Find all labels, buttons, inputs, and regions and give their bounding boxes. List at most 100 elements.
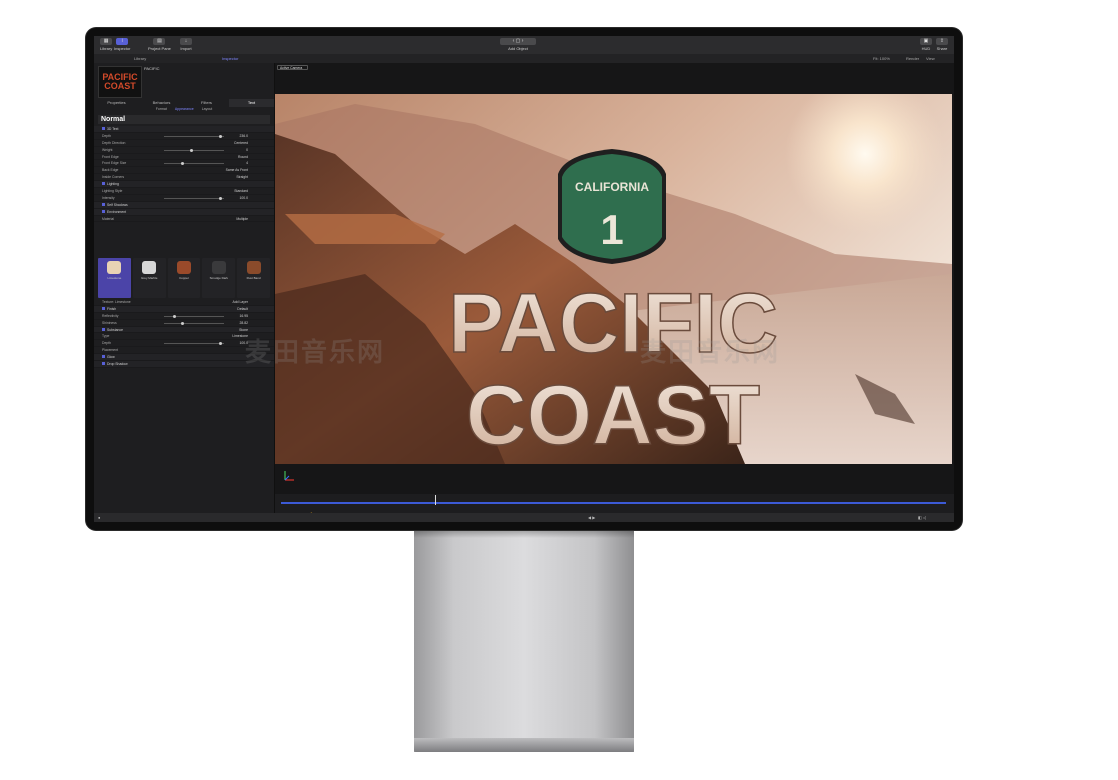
slider-knob[interactable] bbox=[190, 148, 194, 152]
row-value[interactable]: Centered bbox=[234, 140, 248, 147]
row-value[interactable]: Default bbox=[237, 306, 248, 313]
inspector-tabs: Properties Behaviors Filters Text bbox=[94, 99, 274, 107]
row-value[interactable]: 0 bbox=[246, 147, 248, 154]
inspector-row[interactable]: Back Edge Same As Front bbox=[94, 167, 274, 175]
row-label: Depth bbox=[102, 133, 112, 138]
library-icon: ▦ bbox=[100, 38, 113, 45]
inspector-row[interactable]: Front Edge Size 4 bbox=[94, 160, 274, 168]
subtab-format[interactable]: Format bbox=[156, 107, 167, 113]
row-label: Depth bbox=[102, 341, 112, 346]
row-slider[interactable] bbox=[164, 196, 224, 200]
subtab-layout[interactable]: Layout bbox=[202, 107, 213, 113]
checkbox[interactable] bbox=[102, 306, 105, 310]
tab-behaviors[interactable]: Behaviors bbox=[139, 99, 184, 107]
row-slider[interactable] bbox=[164, 148, 224, 152]
row-value[interactable]: 100.0 bbox=[240, 195, 249, 202]
material-swatches: Limestone Grey Marble Copper Smudge Dark Rus… bbox=[98, 258, 270, 298]
row-slider[interactable] bbox=[164, 321, 224, 325]
hud-button[interactable]: ▣ HUD bbox=[920, 38, 932, 52]
subtab-appearance[interactable]: Appearance bbox=[175, 107, 194, 113]
share-icon: ⇪ bbox=[936, 38, 948, 45]
inspector-button[interactable]: i Inspector bbox=[114, 38, 130, 52]
inspector-row[interactable]: Front Edge Round bbox=[94, 154, 274, 161]
project-pane-button[interactable]: ▤ Project Pane bbox=[148, 38, 171, 52]
stand-foot bbox=[414, 738, 634, 752]
record-icon[interactable]: ● bbox=[98, 515, 100, 520]
row-value[interactable]: Multiple bbox=[236, 216, 248, 223]
toolbar: ▦ Library i Inspector ▤ Project Pane ↓ Impor… bbox=[94, 36, 954, 55]
row-value[interactable]: 16.95 bbox=[240, 313, 249, 320]
checkbox[interactable] bbox=[102, 127, 105, 130]
material-swatch[interactable]: Copper bbox=[167, 258, 201, 298]
checkbox[interactable] bbox=[102, 209, 105, 213]
inspector-row[interactable]: Lighting Style Standard bbox=[94, 188, 274, 195]
preset-menu[interactable]: Normal bbox=[98, 115, 270, 124]
inspector-row[interactable]: Depth 236.0 bbox=[94, 133, 274, 140]
checkbox[interactable] bbox=[102, 327, 105, 331]
tab-inspector[interactable]: Inspector bbox=[222, 56, 238, 61]
row-value[interactable]: Standard bbox=[234, 188, 248, 195]
row-value[interactable]: Straight bbox=[236, 174, 248, 181]
inspector-row[interactable]: Lighting bbox=[94, 181, 274, 189]
row-value[interactable]: Same As Front bbox=[226, 167, 248, 174]
checkbox[interactable] bbox=[102, 362, 105, 366]
inspector-row[interactable]: Material Multiple bbox=[94, 216, 274, 223]
canvas-image[interactable]: CALIFORNIA 1 PACIFIC COAST bbox=[275, 94, 952, 464]
inspector-row[interactable]: Reflectivity 16.95 bbox=[94, 313, 274, 320]
library-button[interactable]: ▦ Library bbox=[100, 38, 112, 52]
checkbox[interactable] bbox=[102, 355, 105, 359]
inspector-row[interactable]: Shininess 28.82 bbox=[94, 320, 274, 327]
checkbox[interactable] bbox=[102, 202, 105, 206]
tab-properties[interactable]: Properties bbox=[94, 99, 139, 107]
inspector-row[interactable]: Intensity 100.0 bbox=[94, 195, 274, 202]
tab-library[interactable]: Library bbox=[134, 56, 146, 61]
inspector-row[interactable]: Depth Direction Centered bbox=[94, 140, 274, 147]
fit-menu[interactable]: Fit: 100% bbox=[873, 56, 890, 61]
slider-knob[interactable] bbox=[219, 196, 223, 200]
inspector-row[interactable]: Texture: Limestone Add Layer bbox=[94, 299, 274, 306]
slider-knob[interactable] bbox=[181, 162, 185, 166]
camera-menu[interactable]: Active Camera bbox=[277, 65, 308, 70]
view-menu[interactable]: View bbox=[926, 56, 935, 61]
canvas-viewer: Active Camera CALIFORNIA 1 PACIFIC COAST bbox=[275, 63, 954, 522]
playhead[interactable] bbox=[435, 495, 436, 505]
inspector-row[interactable]: Inside Corners Straight bbox=[94, 174, 274, 182]
inspector-row[interactable]: Self Shadows bbox=[94, 201, 274, 209]
add-object-button[interactable]: ‹ ▢ › Add Object bbox=[500, 38, 536, 52]
slider-knob[interactable] bbox=[219, 134, 223, 138]
tab-filters[interactable]: Filters bbox=[184, 99, 229, 107]
row-value[interactable]: 28.82 bbox=[240, 320, 249, 327]
share-button[interactable]: ⇪ Share bbox=[936, 38, 948, 52]
inspector-row[interactable]: Weight 0 bbox=[94, 147, 274, 154]
render-menu[interactable]: Render bbox=[906, 56, 919, 61]
row-value[interactable]: 236.0 bbox=[240, 133, 249, 140]
inspector-row[interactable]: Environment bbox=[94, 208, 274, 216]
row-slider[interactable] bbox=[164, 162, 224, 166]
audio-icon[interactable]: ◧ ◁ bbox=[918, 515, 926, 520]
row-value[interactable]: Round bbox=[238, 154, 248, 161]
row-slider[interactable] bbox=[164, 134, 224, 138]
row-value[interactable]: Add Layer bbox=[233, 299, 248, 306]
row-value[interactable]: 4 bbox=[246, 160, 248, 167]
material-swatch[interactable]: Rust Band bbox=[237, 258, 270, 298]
slider-knob[interactable] bbox=[172, 314, 176, 318]
swatch-label: Limestone bbox=[107, 276, 122, 280]
slider-knob[interactable] bbox=[181, 321, 185, 325]
row-label: Weight bbox=[102, 147, 113, 152]
timeline-track[interactable] bbox=[281, 502, 946, 504]
import-button[interactable]: ↓ Import bbox=[180, 38, 192, 52]
material-swatch[interactable]: Grey Marble bbox=[132, 258, 166, 298]
inspector-row[interactable]: Finish Default bbox=[94, 305, 274, 313]
play-controls-icon[interactable]: ◀ ▶ bbox=[588, 515, 595, 520]
swatch-label: Rust Band bbox=[246, 276, 261, 280]
material-swatch[interactable]: Limestone bbox=[98, 258, 131, 298]
material-swatch[interactable]: Smudge Dark bbox=[202, 258, 236, 298]
slider-knob[interactable] bbox=[219, 342, 223, 346]
row-slider[interactable] bbox=[164, 314, 224, 318]
inspector-row[interactable]: 3D Text bbox=[94, 126, 274, 133]
tab-text[interactable]: Text bbox=[229, 99, 274, 107]
row-slider[interactable] bbox=[164, 342, 224, 346]
checkbox[interactable] bbox=[102, 182, 105, 186]
row-label: Depth Direction bbox=[102, 140, 126, 145]
sub-toolbar: Library Inspector Fit: 100% Render View bbox=[94, 54, 954, 63]
